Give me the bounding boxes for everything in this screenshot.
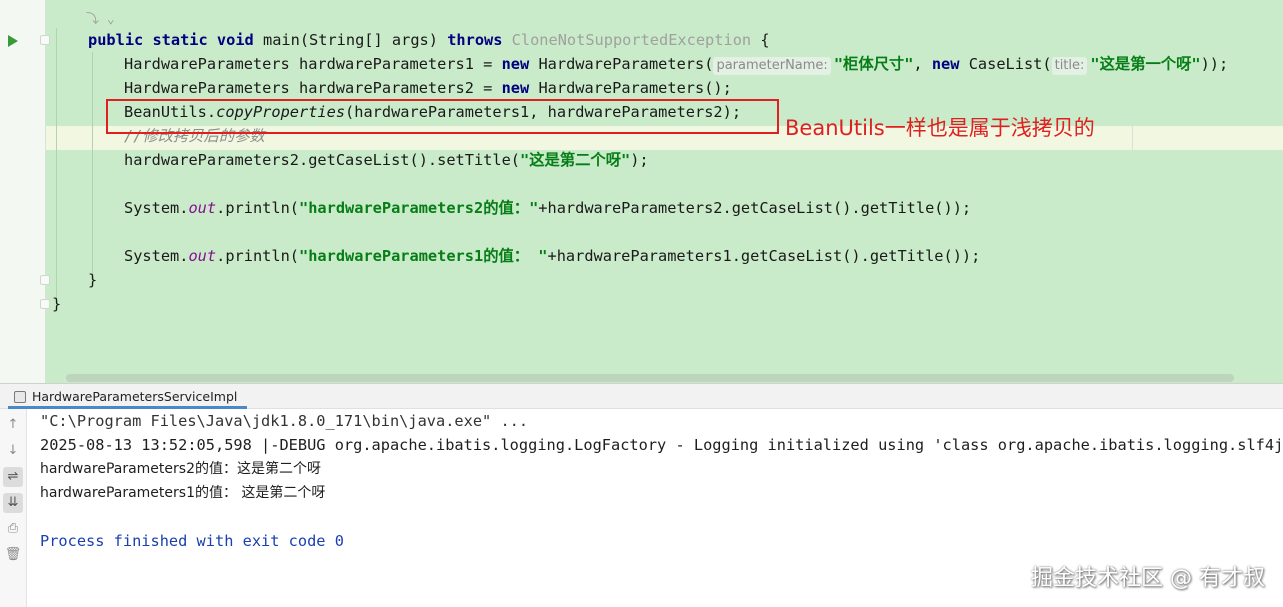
indent-guide	[92, 52, 93, 280]
scroll-to-end-icon[interactable]: ⇊	[3, 493, 23, 513]
code-text: +hardwareParameters2.getCaseList().getTi…	[538, 199, 972, 217]
string-literal: "hardwareParameters2的值："	[299, 199, 539, 217]
code-text: .println(	[216, 247, 299, 265]
exception-type: CloneNotSupportedException	[502, 31, 752, 49]
code-line-2[interactable]: HardwareParameters hardwareParameters2 =…	[124, 76, 732, 100]
param-hint: parameterName:	[713, 57, 831, 75]
console-exit-line: Process finished with exit code 0	[40, 532, 344, 550]
horizontal-scrollbar[interactable]	[66, 374, 1234, 382]
keyword-new: new	[501, 79, 530, 97]
string-literal: "这是第二个呀"	[520, 151, 631, 169]
watermark: 掘金技术社区 @ 有才叔	[1031, 566, 1265, 591]
brace-open: {	[751, 31, 770, 49]
code-line-5[interactable]: hardwareParameters2.getCaseList().setTit…	[124, 148, 649, 172]
annotation-box	[106, 99, 779, 134]
down-arrow-icon[interactable]: ↓	[3, 441, 23, 461]
static-field: out	[188, 199, 217, 217]
code-text: System.	[124, 199, 189, 217]
console-command-line: "C:\Program Files\Java\jdk1.8.0_171\bin\…	[40, 412, 529, 430]
code-text: hardwareParameters2.getCaseList().setTit…	[124, 151, 521, 169]
editor-gutter[interactable]	[0, 0, 50, 383]
string-literal: "柜体尺寸"	[833, 55, 914, 73]
console-result-line: hardwareParameters1的值： 这是第二个呀	[40, 485, 326, 501]
code-text: +hardwareParameters1.getCaseList().getTi…	[547, 247, 981, 265]
code-text: HardwareParameters(	[529, 55, 714, 73]
keyword-new: new	[931, 55, 960, 73]
console-result-line: hardwareParameters2的值：这是第二个呀	[40, 461, 321, 477]
string-literal: "hardwareParameters1的值： "	[299, 247, 548, 265]
code-line-close-class[interactable]: }	[52, 292, 61, 316]
fold-toggle-icon[interactable]	[40, 299, 50, 309]
run-main-icon[interactable]	[8, 35, 18, 47]
code-line-6[interactable]: System.out.println("hardwareParameters2的…	[124, 196, 971, 220]
keyword-new: new	[501, 55, 530, 73]
code-text: .println(	[216, 199, 299, 217]
param-hint: title:	[1051, 57, 1088, 75]
soft-wrap-icon[interactable]: ⇌	[3, 467, 23, 487]
method-name: main	[262, 31, 300, 49]
code-text: CaseList(	[959, 55, 1052, 73]
application-icon	[14, 391, 26, 403]
code-text: HardwareParameters();	[529, 79, 732, 97]
trash-icon[interactable]: 🗑	[3, 545, 23, 565]
code-text: HardwareParameters hardwareParameters2 =	[124, 79, 502, 97]
brace-close: }	[88, 271, 98, 289]
console-log-line: 2025-08-13 13:52:05,598 |-DEBUG org.apac…	[40, 436, 1283, 454]
brace-close: }	[52, 295, 62, 313]
fold-toggle-icon[interactable]	[40, 275, 50, 285]
code-line-main-decl[interactable]: public static void main(String[] args) t…	[88, 28, 770, 52]
print-icon[interactable]: ⎙	[3, 519, 23, 539]
static-field: out	[188, 247, 217, 265]
code-line-1[interactable]: HardwareParameters hardwareParameters1 =…	[124, 52, 1228, 76]
code-text: ));	[1200, 55, 1229, 73]
indent-guide	[56, 28, 57, 304]
run-toolstrip: ↑ ↓ ⇌ ⇊ ⎙ 🗑	[0, 409, 27, 607]
keyword-modifiers: public static void	[88, 31, 263, 49]
code-text: );	[630, 151, 649, 169]
code-line-7[interactable]: System.out.println("hardwareParameters1的…	[124, 244, 980, 268]
up-arrow-icon[interactable]: ↑	[3, 415, 23, 435]
annotation-text: BeanUtils一样也是属于浅拷贝的	[785, 116, 1095, 140]
code-text: HardwareParameters hardwareParameters1 =	[124, 55, 502, 73]
run-tab-label: HardwareParametersServiceImpl	[32, 389, 238, 404]
code-text: System.	[124, 247, 189, 265]
run-tab[interactable]: HardwareParametersServiceImpl	[8, 384, 248, 409]
code-editor[interactable]: ⤵ ⌄ public static void main(String[] arg…	[0, 0, 1283, 383]
fold-marker-icon: ⤵	[86, 12, 100, 27]
string-literal: "这是第一个呀"	[1090, 55, 1201, 73]
code-text: ,	[913, 55, 932, 73]
method-params: (String[] args)	[299, 31, 448, 49]
fold-toggle-icon[interactable]	[40, 35, 50, 45]
run-tab-bar: HardwareParametersServiceImpl	[0, 383, 1283, 409]
code-line-close-method[interactable]: }	[88, 268, 97, 292]
keyword-throws: throws	[447, 31, 503, 49]
right-margin-guide	[1132, 126, 1133, 150]
